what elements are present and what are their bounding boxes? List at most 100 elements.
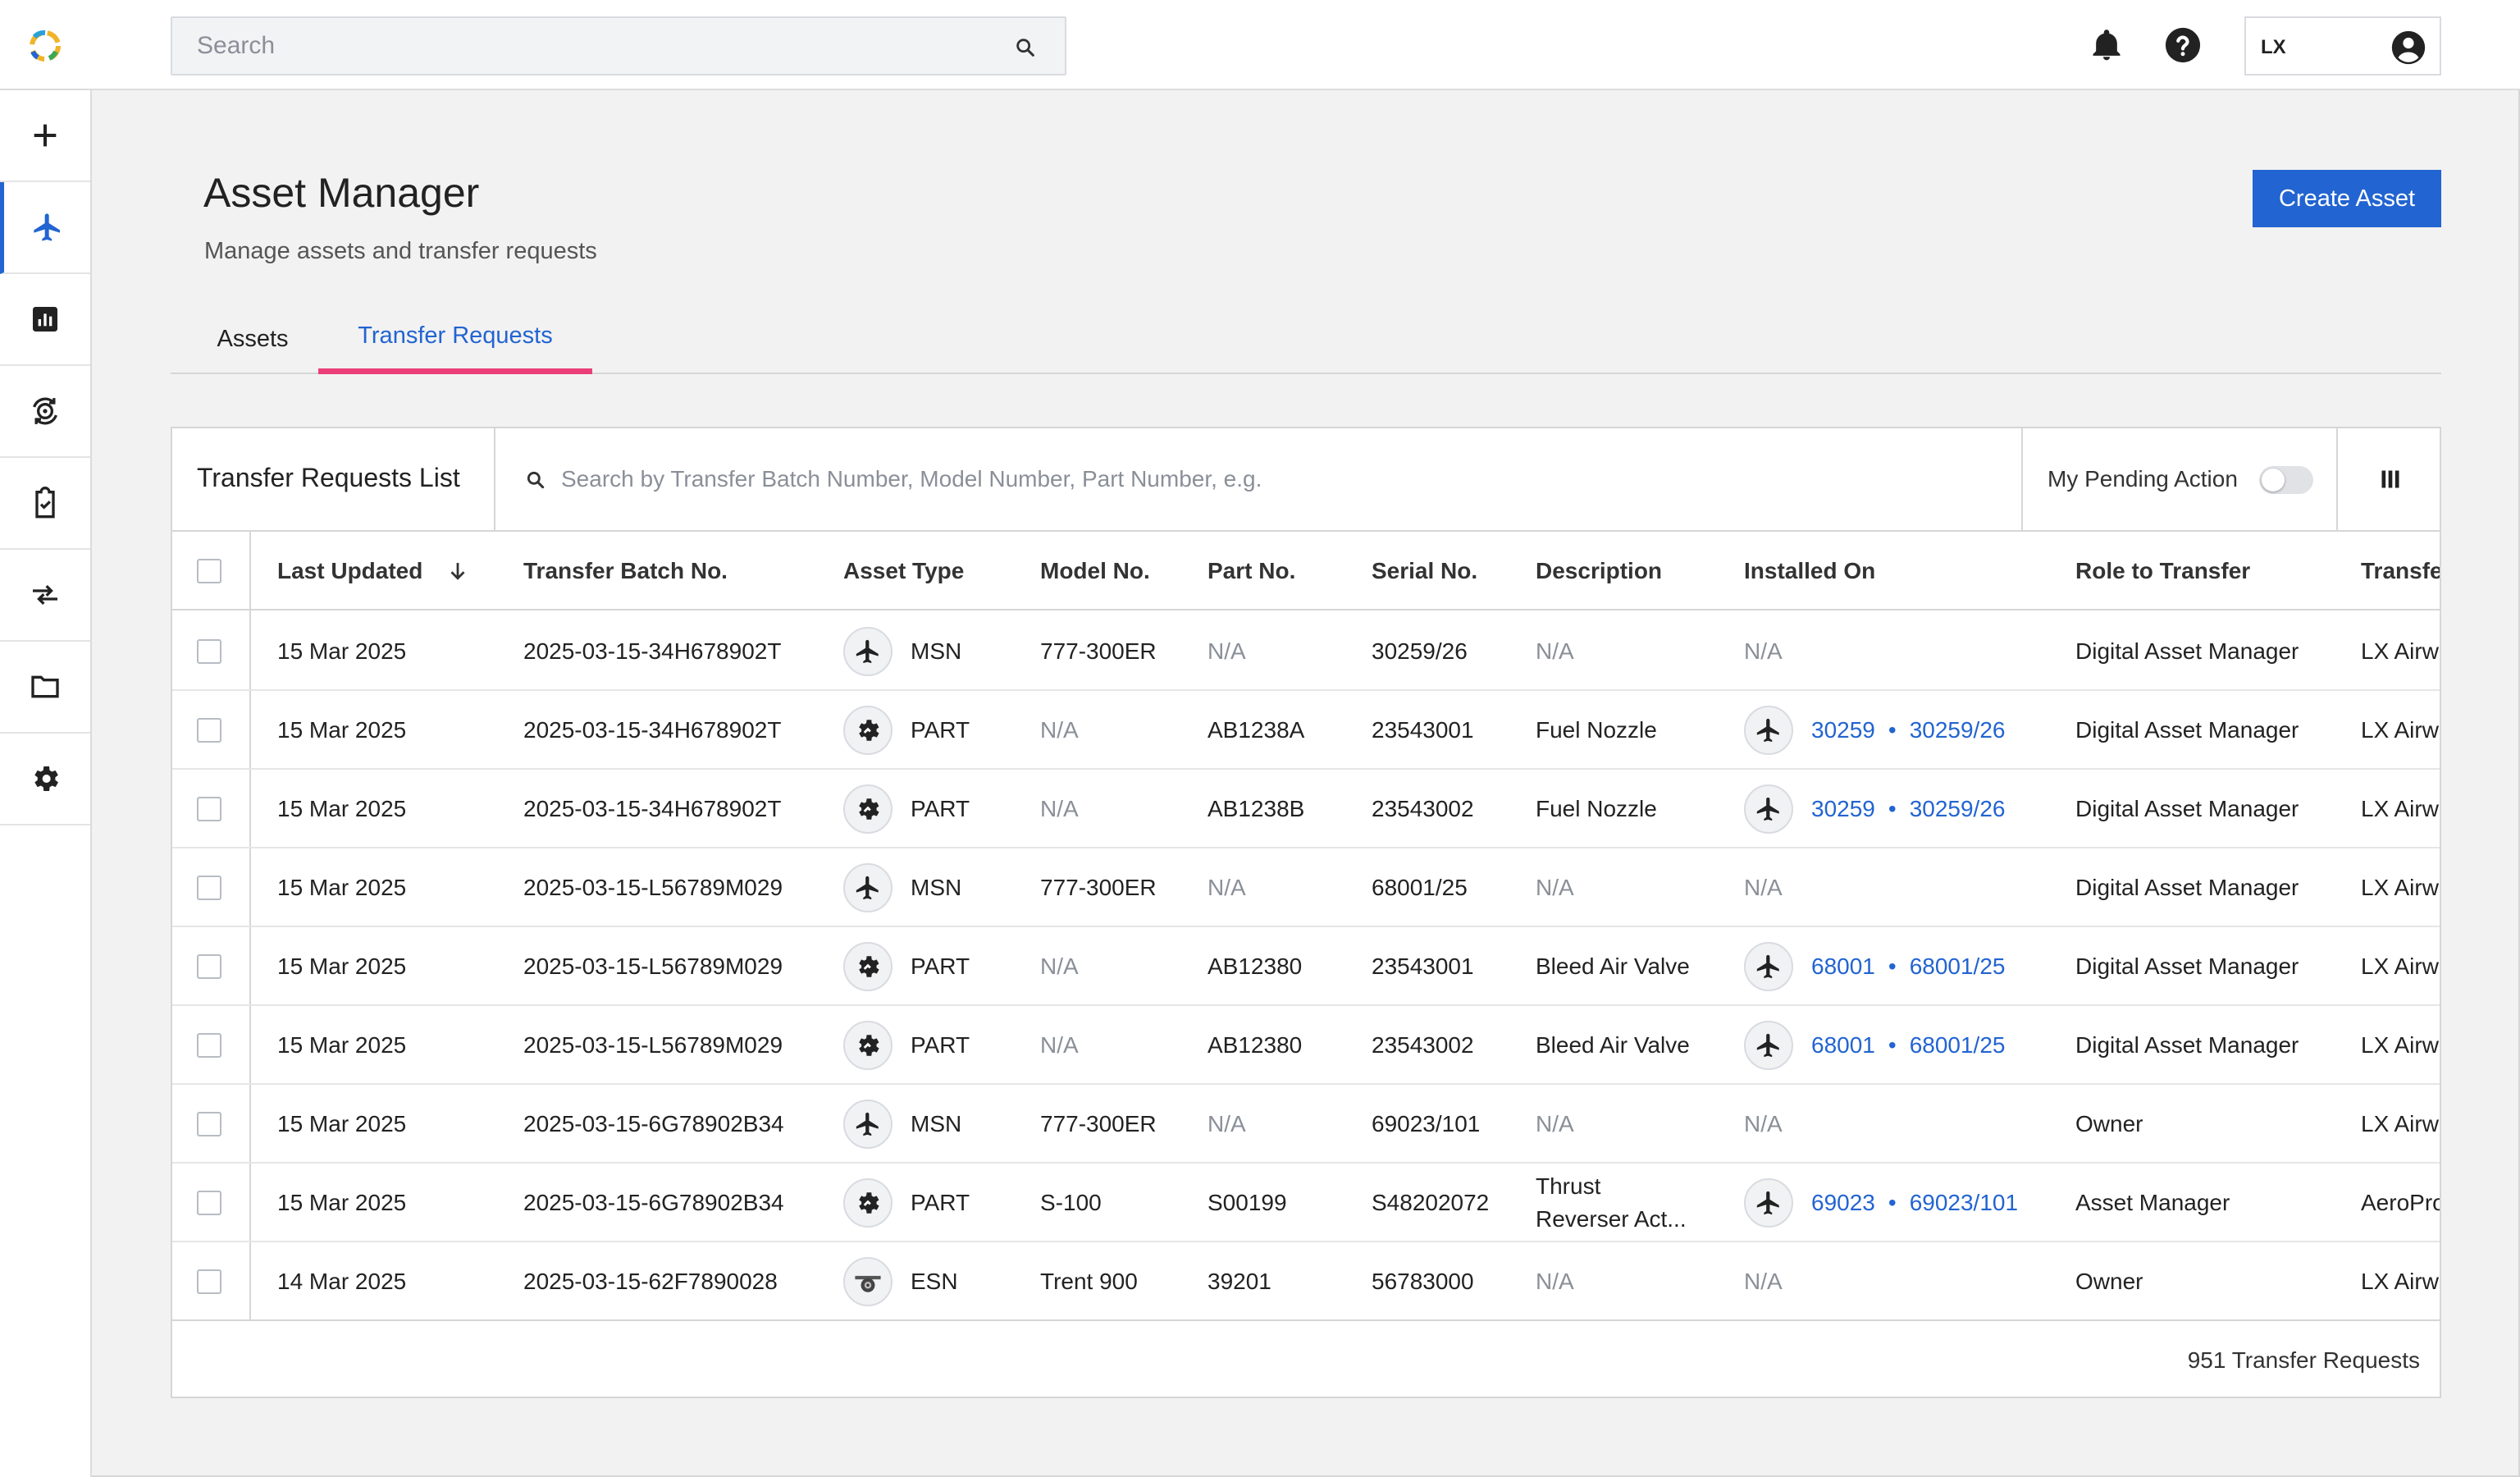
separator-dot: • xyxy=(1888,1032,1897,1058)
row-checkbox[interactable] xyxy=(197,718,221,743)
description-cell: Fuel Nozzle xyxy=(1536,691,1657,770)
sidebar-item-assets[interactable] xyxy=(0,182,90,274)
table-row[interactable]: 15 Mar 2025 2025-03-15-34H678902T PART N… xyxy=(172,770,2440,848)
serial-cell: 68001/25 xyxy=(1372,875,1468,900)
sidebar-item-files[interactable] xyxy=(0,642,90,734)
sidebar xyxy=(0,90,92,1477)
column-header-batch[interactable]: Transfer Batch No. xyxy=(523,532,728,610)
row-checkbox[interactable] xyxy=(197,797,221,821)
installed-serial-link[interactable]: 30259/26 xyxy=(1910,796,2006,822)
asset-type-cell: PART xyxy=(843,1164,970,1242)
last-updated-cell: 15 Mar 2025 xyxy=(277,1190,407,1215)
sidebar-item-transfers[interactable] xyxy=(0,366,90,458)
table-row[interactable]: 15 Mar 2025 2025-03-15-L56789M029 PART N… xyxy=(172,927,2440,1006)
column-header-last-updated[interactable]: Last Updated xyxy=(277,532,470,610)
installed-model-link[interactable]: 68001 xyxy=(1811,1032,1875,1059)
installed-serial-link[interactable]: 68001/25 xyxy=(1910,953,2006,980)
user-menu[interactable]: LX xyxy=(2244,16,2441,75)
sidebar-item-settings[interactable] xyxy=(0,734,90,825)
gear-icon xyxy=(34,766,58,791)
asset-type-label: MSN xyxy=(911,875,962,900)
installed-on-cell: 30259 • 30259/26 xyxy=(1744,691,2005,770)
sidebar-item-add[interactable] xyxy=(0,90,90,182)
model-cell: N/A xyxy=(1040,1032,1079,1058)
airplane-icon xyxy=(1744,942,1793,991)
installed-serial-link[interactable]: 68001/25 xyxy=(1910,1032,2006,1059)
row-checkbox[interactable] xyxy=(197,954,221,979)
description-text: N/A xyxy=(1536,875,1574,900)
installed-model-link[interactable]: 69023 xyxy=(1811,1190,1875,1216)
row-checkbox[interactable] xyxy=(197,1191,221,1215)
transfer-to-cell: LX Airw xyxy=(2361,638,2439,664)
last-updated-cell: 15 Mar 2025 xyxy=(277,1111,407,1136)
list-search-input[interactable] xyxy=(561,428,1956,530)
sidebar-item-exchange[interactable] xyxy=(0,550,90,642)
column-header-description[interactable]: Description xyxy=(1536,532,1662,610)
toggle-knob xyxy=(2262,469,2285,492)
select-all-checkbox[interactable] xyxy=(197,559,221,583)
installed-model-link[interactable]: 68001 xyxy=(1811,953,1875,980)
table-row[interactable]: 15 Mar 2025 2025-03-15-34H678902T MSN 77… xyxy=(172,612,2440,691)
row-checkbox[interactable] xyxy=(197,1269,221,1294)
column-header-asset-type[interactable]: Asset Type xyxy=(843,532,964,610)
row-checkbox[interactable] xyxy=(197,1112,221,1136)
column-header-part[interactable]: Part No. xyxy=(1208,532,1295,610)
column-label: Last Updated xyxy=(277,558,423,583)
tab-transfer-requests[interactable]: Transfer Requests xyxy=(318,304,592,374)
pending-action-toggle[interactable] xyxy=(2259,466,2313,494)
role-cell: Digital Asset Manager xyxy=(2075,717,2299,743)
notifications-bell-icon[interactable] xyxy=(2089,26,2125,64)
help-icon[interactable] xyxy=(2164,26,2202,64)
transfer-to-cell: LX Airw xyxy=(2361,717,2439,743)
column-settings-button[interactable] xyxy=(2338,428,2440,530)
table-row[interactable]: 14 Mar 2025 2025-03-15-62F7890028 ESN Tr… xyxy=(172,1242,2440,1321)
batch-number-cell: 2025-03-15-L56789M029 xyxy=(523,953,783,979)
table-row[interactable]: 15 Mar 2025 2025-03-15-34H678902T PART N… xyxy=(172,691,2440,770)
model-cell: 777-300ER xyxy=(1040,875,1157,900)
row-checkbox[interactable] xyxy=(197,639,221,664)
installed-serial-link[interactable]: 30259/26 xyxy=(1910,717,2006,743)
row-checkbox[interactable] xyxy=(197,876,221,900)
batch-number-cell: 2025-03-15-34H678902T xyxy=(523,717,782,743)
part-cell: AB12380 xyxy=(1208,953,1303,979)
sidebar-item-tasks[interactable] xyxy=(0,458,90,550)
last-updated-cell: 15 Mar 2025 xyxy=(277,717,407,743)
column-header-serial[interactable]: Serial No. xyxy=(1372,532,1477,610)
column-header-installed-on[interactable]: Installed On xyxy=(1744,532,1875,610)
column-header-role[interactable]: Role to Transfer xyxy=(2075,532,2250,610)
role-cell: Asset Manager xyxy=(2075,1190,2230,1215)
installed-model-link[interactable]: 30259 xyxy=(1811,717,1875,743)
create-asset-button[interactable]: Create Asset xyxy=(2253,170,2441,227)
installed-serial-link[interactable]: 69023/101 xyxy=(1910,1190,2018,1216)
transfer-to-cell: LX Airw xyxy=(2361,1269,2439,1294)
table-row[interactable]: 15 Mar 2025 2025-03-15-L56789M029 MSN 77… xyxy=(172,848,2440,927)
sidebar-item-reports[interactable] xyxy=(0,274,90,366)
installed-model-link[interactable]: 30259 xyxy=(1811,796,1875,822)
table-row[interactable]: 15 Mar 2025 2025-03-15-6G78902B34 PART S… xyxy=(172,1164,2440,1242)
list-search xyxy=(495,428,2018,530)
description-text: Bleed Air Valve xyxy=(1536,953,1690,979)
part-cell: AB12380 xyxy=(1208,1032,1303,1058)
asset-type-label: PART xyxy=(911,1032,970,1058)
table-row[interactable]: 15 Mar 2025 2025-03-15-6G78902B34 MSN 77… xyxy=(172,1085,2440,1164)
total-count: 951 Transfer Requests xyxy=(2187,1347,2420,1373)
model-cell: 777-300ER xyxy=(1040,638,1157,664)
table-row[interactable]: 15 Mar 2025 2025-03-15-L56789M029 PART N… xyxy=(172,1006,2440,1085)
asset-type-cell: ESN xyxy=(843,1242,958,1321)
list-title: Transfer Requests List xyxy=(197,463,460,492)
search-icon[interactable] xyxy=(1014,36,1037,59)
transfer-to-cell: LX Airw xyxy=(2361,1032,2439,1058)
column-header-transfer-to[interactable]: Transfe xyxy=(2361,532,2440,610)
serial-cell: S48202072 xyxy=(1372,1190,1490,1215)
folder-icon xyxy=(31,675,59,698)
tab-assets[interactable]: Assets xyxy=(203,304,302,374)
row-checkbox[interactable] xyxy=(197,1033,221,1058)
asset-type-cell: PART xyxy=(843,691,970,770)
top-bar: LX xyxy=(0,0,2520,90)
global-search-input[interactable] xyxy=(172,18,1065,74)
column-header-model[interactable]: Model No. xyxy=(1040,532,1150,610)
serial-cell: 23543002 xyxy=(1372,796,1474,821)
serial-cell: 30259/26 xyxy=(1372,638,1468,664)
app-logo[interactable] xyxy=(25,27,66,65)
part-gear-icon xyxy=(843,942,892,991)
